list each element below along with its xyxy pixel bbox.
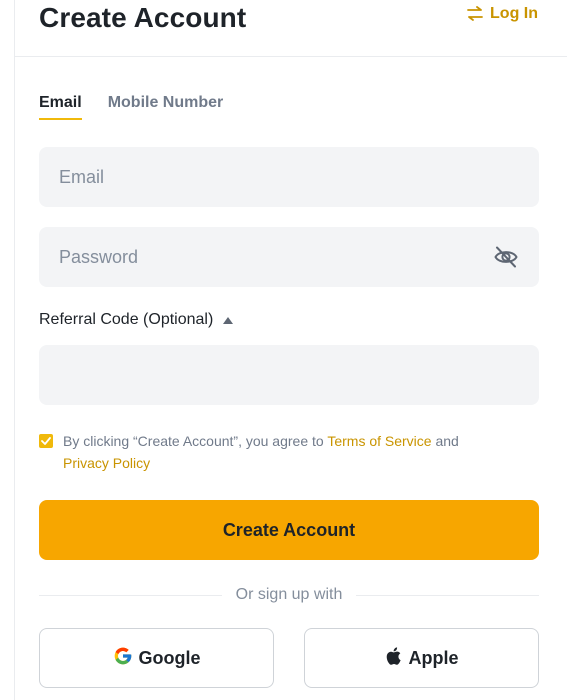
terms-middle: and	[431, 433, 459, 449]
referral-code-toggle[interactable]: Referral Code (Optional)	[39, 311, 234, 329]
caret-up-icon	[223, 316, 234, 324]
login-link[interactable]: Log In	[466, 5, 538, 23]
page-title: Create Account	[39, 2, 247, 33]
terms-of-service-link[interactable]: Terms of Service	[327, 433, 431, 449]
tab-email[interactable]: Email	[39, 94, 82, 120]
apple-label: Apple	[408, 647, 459, 668]
swap-arrows-icon	[466, 6, 484, 22]
google-label: Google	[138, 647, 201, 668]
apple-icon	[384, 646, 402, 671]
divider-line-right	[356, 594, 539, 596]
terms-prefix: By clicking “Create Account”, you agree …	[63, 433, 328, 449]
signup-method-tabs: Email Mobile Number	[39, 94, 223, 120]
divider: Or sign up with	[39, 583, 539, 607]
google-icon	[113, 646, 133, 671]
terms-checkbox[interactable]	[39, 434, 53, 448]
divider-text: Or sign up with	[235, 586, 343, 603]
referral-code-field[interactable]	[59, 364, 519, 386]
email-field[interactable]	[59, 166, 519, 188]
apple-signup-button[interactable]: Apple	[304, 628, 539, 688]
google-signup-button[interactable]: Google	[39, 628, 274, 688]
referral-code-label: Referral Code (Optional)	[39, 311, 214, 328]
divider-line-left	[39, 594, 222, 596]
tab-mobile-number[interactable]: Mobile Number	[108, 94, 224, 120]
email-field-wrapper	[39, 147, 539, 207]
eye-off-icon[interactable]	[493, 244, 519, 270]
terms-text: By clicking “Create Account”, you agree …	[63, 430, 459, 474]
panel-border	[14, 0, 15, 700]
referral-field-wrapper	[39, 345, 539, 405]
terms-agreement: By clicking “Create Account”, you agree …	[39, 430, 509, 474]
login-label: Log In	[490, 5, 538, 22]
password-field-wrapper	[39, 227, 539, 287]
create-account-page: Create Account Log In Email Mobile Numbe…	[0, 0, 567, 700]
header: Create Account Log In	[15, 0, 567, 57]
check-icon	[41, 437, 51, 445]
password-field[interactable]	[59, 246, 493, 268]
create-account-button[interactable]: Create Account	[39, 500, 539, 560]
privacy-policy-link[interactable]: Privacy Policy	[63, 455, 150, 471]
